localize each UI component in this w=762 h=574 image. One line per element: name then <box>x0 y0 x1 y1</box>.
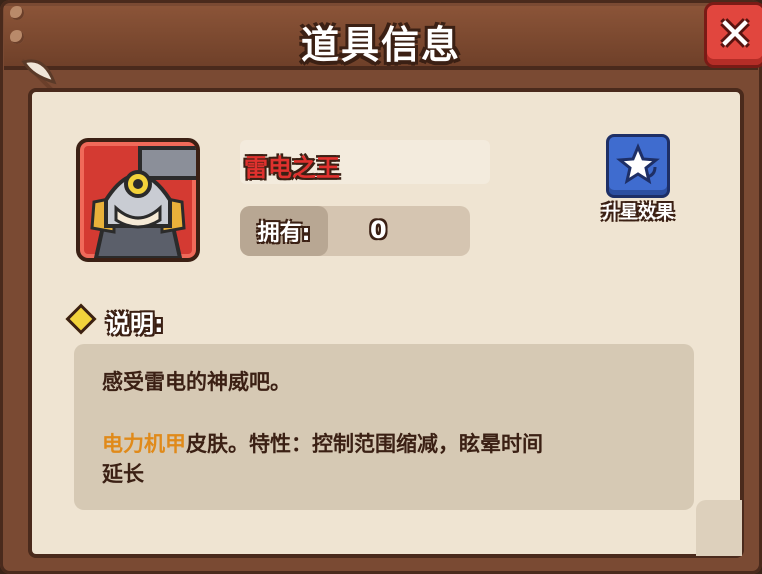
description-line-1: 感受雷电的神威吧。 <box>102 370 291 394</box>
page-fold <box>696 500 742 556</box>
close-button[interactable]: ✕ <box>704 2 762 68</box>
item-name: 雷电之王 <box>244 154 340 182</box>
robot-icon <box>90 146 196 258</box>
description-line-2-text: 皮肤。特性：控制范围缩减，眩晕时间 <box>186 432 543 456</box>
owned-value: 0 <box>370 216 387 244</box>
dialog-title: 道具信息 <box>300 23 461 67</box>
item-avatar <box>76 138 200 262</box>
description-line-3: 延长 <box>102 462 144 486</box>
description-highlight: 电力机甲 <box>102 432 186 456</box>
description-line-2: 电力机甲皮肤。特性：控制范围缩减，眩晕时间 <box>102 428 543 458</box>
close-icon: ✕ <box>716 9 754 60</box>
star-upgrade-icon <box>616 143 660 185</box>
star-upgrade-label: 升星效果 <box>602 202 674 223</box>
owned-label: 拥有: <box>240 206 328 256</box>
description-heading: 说明: <box>106 310 164 338</box>
star-upgrade-button[interactable] <box>606 134 670 198</box>
